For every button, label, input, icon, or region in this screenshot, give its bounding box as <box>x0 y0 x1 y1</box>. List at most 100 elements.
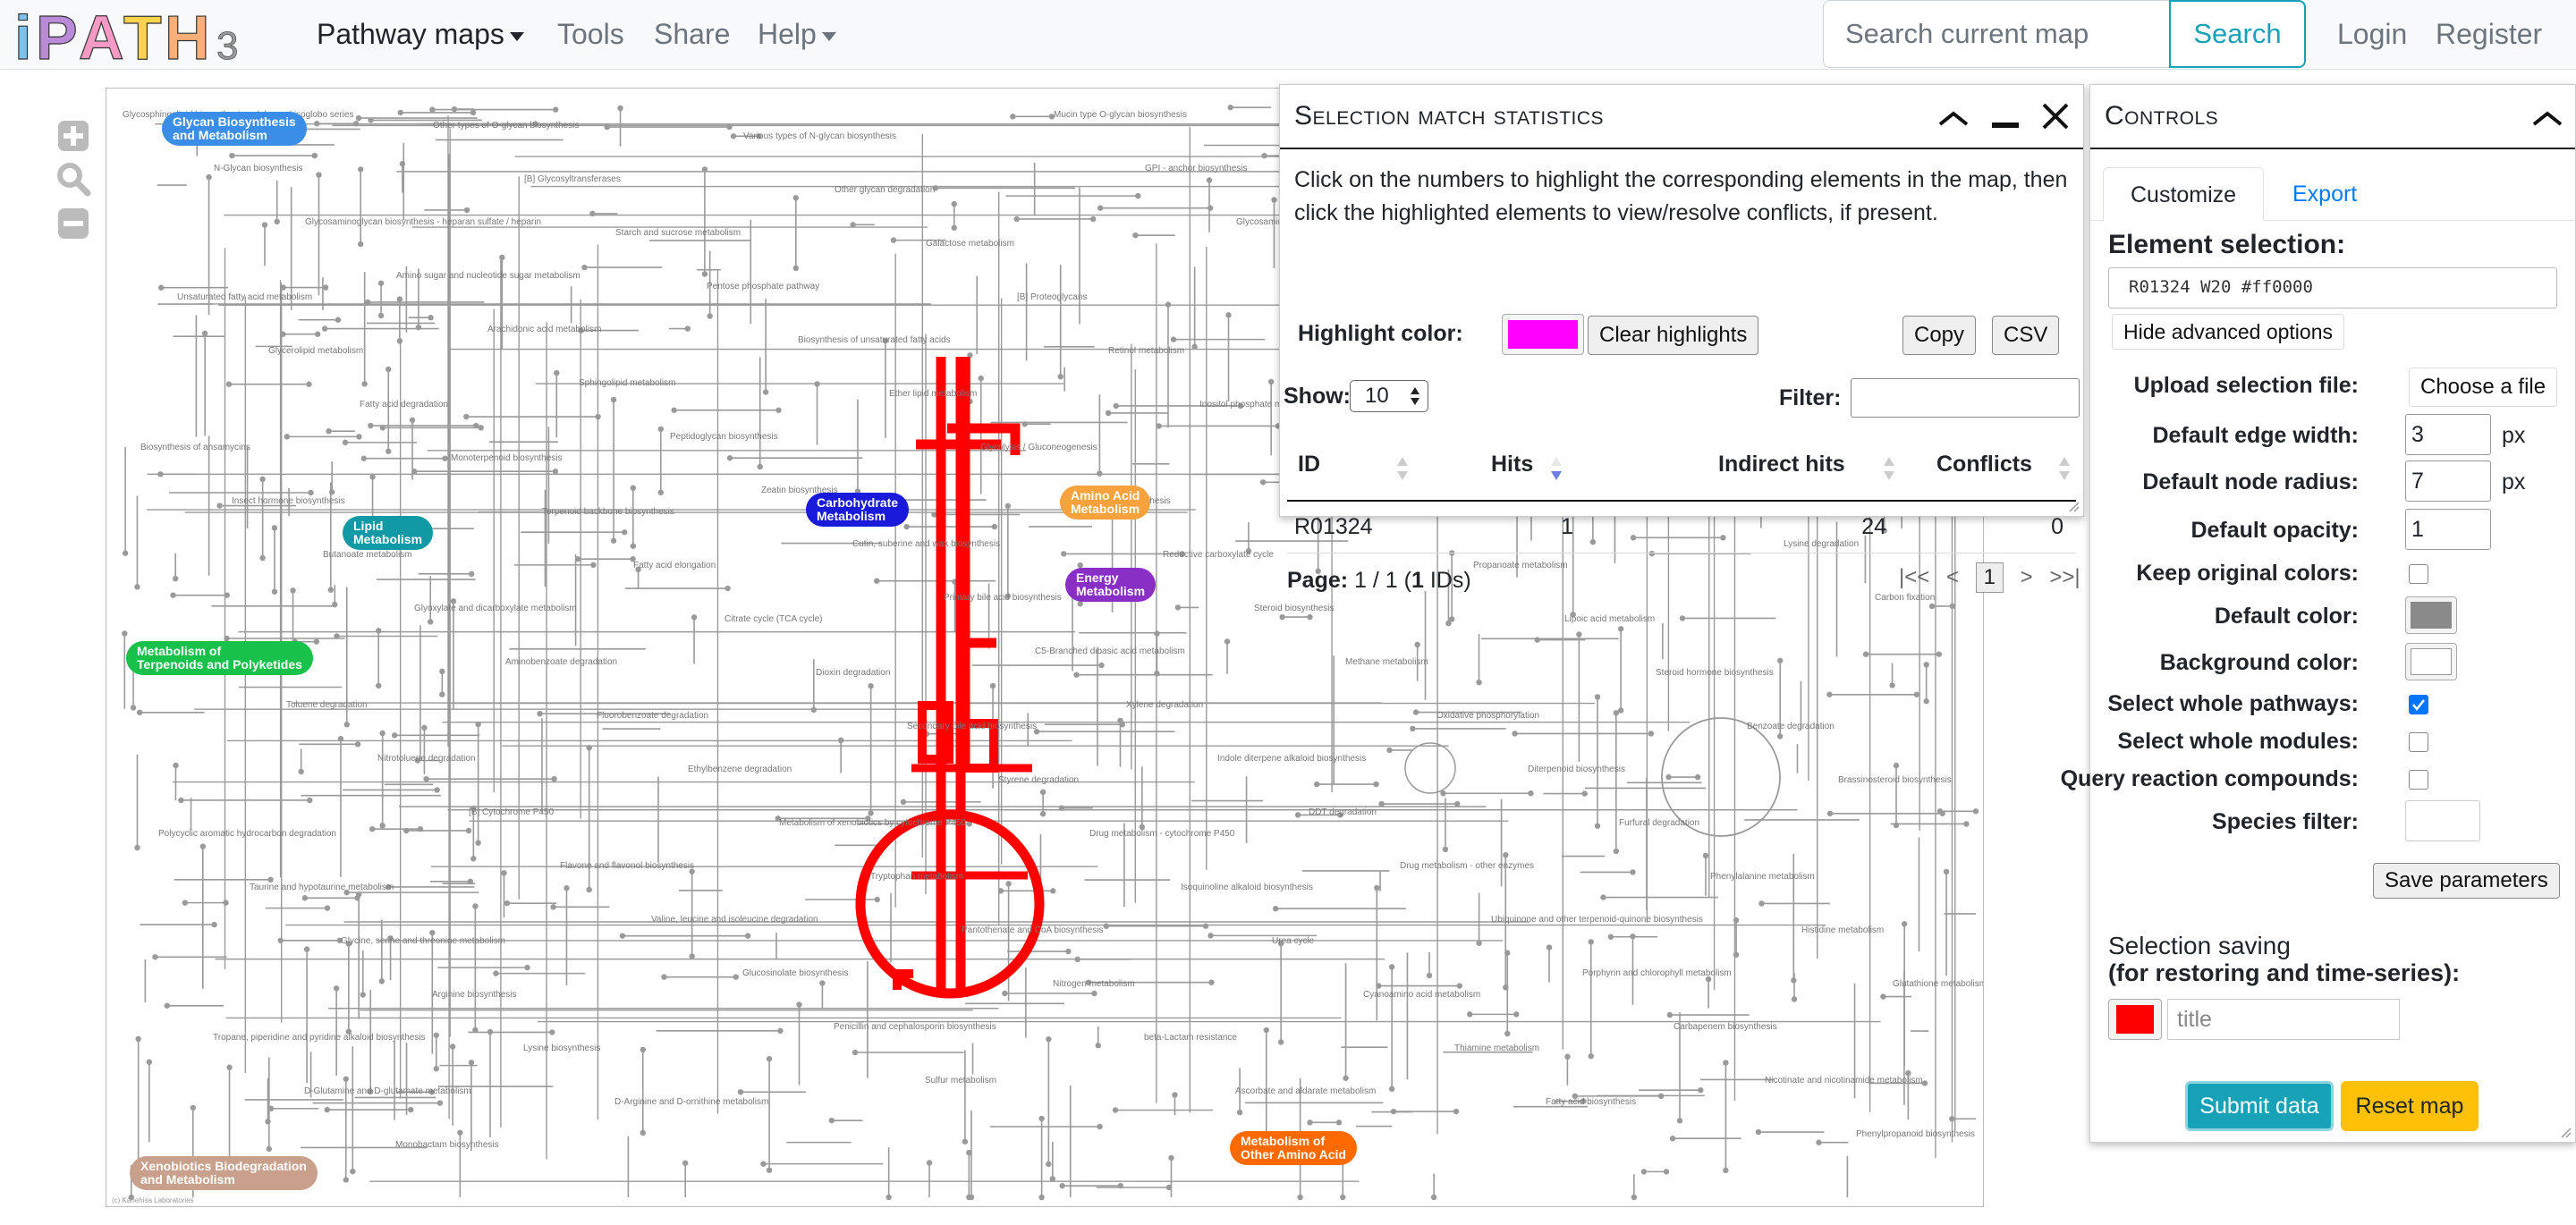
selection-color-picker[interactable] <box>2108 999 2162 1040</box>
compound-node[interactable] <box>1631 1194 1638 1201</box>
compound-node[interactable] <box>874 578 880 584</box>
pathway-label[interactable]: Pentose phosphate pathway <box>707 282 819 291</box>
compound-node[interactable] <box>1816 1139 1822 1145</box>
compound-node[interactable] <box>1534 637 1540 643</box>
compound-node[interactable] <box>134 844 140 851</box>
compound-node[interactable] <box>259 476 266 483</box>
compound-node[interactable] <box>777 1027 784 1035</box>
pathway-label[interactable]: Reductive carboxylate cycle <box>1163 550 1274 560</box>
compound-node[interactable] <box>581 264 588 271</box>
compound-node[interactable] <box>1095 1043 1101 1049</box>
compound-node[interactable] <box>1376 983 1382 989</box>
pathway-label[interactable]: Sulfur metabolism <box>925 1076 996 1086</box>
compound-node[interactable] <box>757 463 763 470</box>
compound-node[interactable] <box>1224 638 1231 645</box>
compound-node[interactable] <box>1613 848 1620 855</box>
compound-node[interactable] <box>360 455 367 461</box>
compound-node[interactable] <box>1939 810 1945 816</box>
pathway-label[interactable]: Glucosinolate biosynthesis <box>742 968 848 978</box>
copy-button[interactable]: Copy <box>1902 316 1977 355</box>
pathway-label[interactable]: Fatty acid elongation <box>633 561 716 570</box>
compound-node[interactable] <box>766 1167 773 1173</box>
compound-node[interactable] <box>1617 626 1624 632</box>
nav-pathway-maps-dropdown[interactable]: Pathway maps <box>317 18 524 51</box>
compound-node[interactable] <box>356 434 362 440</box>
compound-node[interactable] <box>135 1035 141 1043</box>
compound-node[interactable] <box>442 455 448 461</box>
compound-node[interactable] <box>1528 790 1534 797</box>
compound-node[interactable] <box>874 896 880 903</box>
compound-node[interactable] <box>178 797 184 804</box>
compound-node[interactable] <box>1694 773 1701 781</box>
compound-node[interactable] <box>1412 709 1419 715</box>
compound-node[interactable] <box>433 1066 439 1072</box>
save-parameters-button[interactable]: Save parameters <box>2373 863 2560 899</box>
compound-node[interactable] <box>322 284 329 291</box>
compound-node[interactable] <box>428 619 434 625</box>
compound-node[interactable] <box>335 317 342 323</box>
compound-node[interactable] <box>314 331 321 337</box>
compound-node[interactable] <box>1077 601 1083 607</box>
compound-node[interactable] <box>499 254 505 261</box>
pathway-label[interactable]: [B] Cytochrome P450 <box>469 807 554 817</box>
pathway-label[interactable]: Starch and sucrose metabolism <box>615 228 741 238</box>
nav-tools-link[interactable]: Tools <box>557 18 624 51</box>
zoom-out-icon[interactable] <box>55 206 91 241</box>
compound-node[interactable] <box>1097 470 1103 477</box>
pathway-label[interactable]: Lipoic acid metabolism <box>1564 614 1655 624</box>
compound-node[interactable] <box>199 843 207 849</box>
compound-node[interactable] <box>1928 603 1936 610</box>
compound-node[interactable] <box>261 222 268 228</box>
compound-node[interactable] <box>475 840 481 846</box>
pathway-label[interactable]: D-Glutamine and D-glutamate metabolism <box>304 1086 471 1096</box>
compound-node[interactable] <box>610 396 617 403</box>
compound-node[interactable] <box>376 628 382 634</box>
compound-node[interactable] <box>1430 1194 1437 1201</box>
compound-node[interactable] <box>890 237 897 243</box>
compound-node[interactable] <box>324 1106 330 1113</box>
compound-node[interactable] <box>657 489 664 496</box>
compound-node[interactable] <box>726 455 733 461</box>
compound-node[interactable] <box>903 523 910 530</box>
pathway-label[interactable]: Galactose metabolism <box>926 239 1014 249</box>
close-icon[interactable] <box>2037 99 2074 135</box>
compound-node[interactable] <box>369 474 376 480</box>
compound-node[interactable] <box>1135 192 1141 199</box>
pager-last[interactable]: >>| <box>2049 565 2080 589</box>
choose-file-button[interactable]: Choose a file <box>2409 368 2558 407</box>
compound-node[interactable] <box>313 638 320 645</box>
compound-node[interactable] <box>355 114 362 122</box>
compound-node[interactable] <box>671 407 677 413</box>
category-badge[interactable]: Lipid Metabolism <box>343 516 434 550</box>
compound-node[interactable] <box>1588 1052 1594 1060</box>
collapse-chevron-up-icon[interactable] <box>1935 99 1972 135</box>
compound-node[interactable] <box>737 1089 744 1095</box>
compound-node[interactable] <box>1112 1107 1119 1113</box>
pathway-label[interactable]: Primary bile acid biosynthesis <box>944 593 1062 603</box>
compound-node[interactable] <box>1207 205 1214 211</box>
compound-node[interactable] <box>274 218 280 225</box>
selection-match-statistics-panel[interactable]: Selection match statistics Click on the … <box>1279 84 2084 593</box>
compound-node[interactable] <box>868 683 874 689</box>
compound-node[interactable] <box>1277 1039 1284 1045</box>
compound-node[interactable] <box>328 489 335 495</box>
pathway-label[interactable]: Penicillin and cephalosporin biosynthesi… <box>834 1022 996 1032</box>
compound-node[interactable] <box>308 489 314 496</box>
pathway-label[interactable]: Furfural degradation <box>1619 818 1699 828</box>
compound-node[interactable] <box>1777 657 1784 663</box>
tab-export[interactable]: Export <box>2266 167 2384 221</box>
compound-node[interactable] <box>1208 979 1215 985</box>
compound-node[interactable] <box>190 1104 196 1111</box>
compound-node[interactable] <box>657 426 664 433</box>
compound-node[interactable] <box>852 1049 859 1056</box>
pathway-label[interactable]: Cutin, suberine and wax biosynthesis <box>852 539 1000 549</box>
compound-node[interactable] <box>619 933 626 939</box>
compound-node[interactable] <box>1755 1128 1762 1136</box>
compound-node[interactable] <box>1390 1108 1397 1115</box>
compound-node[interactable] <box>1723 1167 1729 1174</box>
compound-node[interactable] <box>962 1138 969 1145</box>
compound-node[interactable] <box>226 1064 233 1070</box>
compound-node[interactable] <box>172 575 179 582</box>
compound-node[interactable] <box>701 271 708 277</box>
stats-panel-header[interactable]: Selection match statistics <box>1280 85 2083 149</box>
